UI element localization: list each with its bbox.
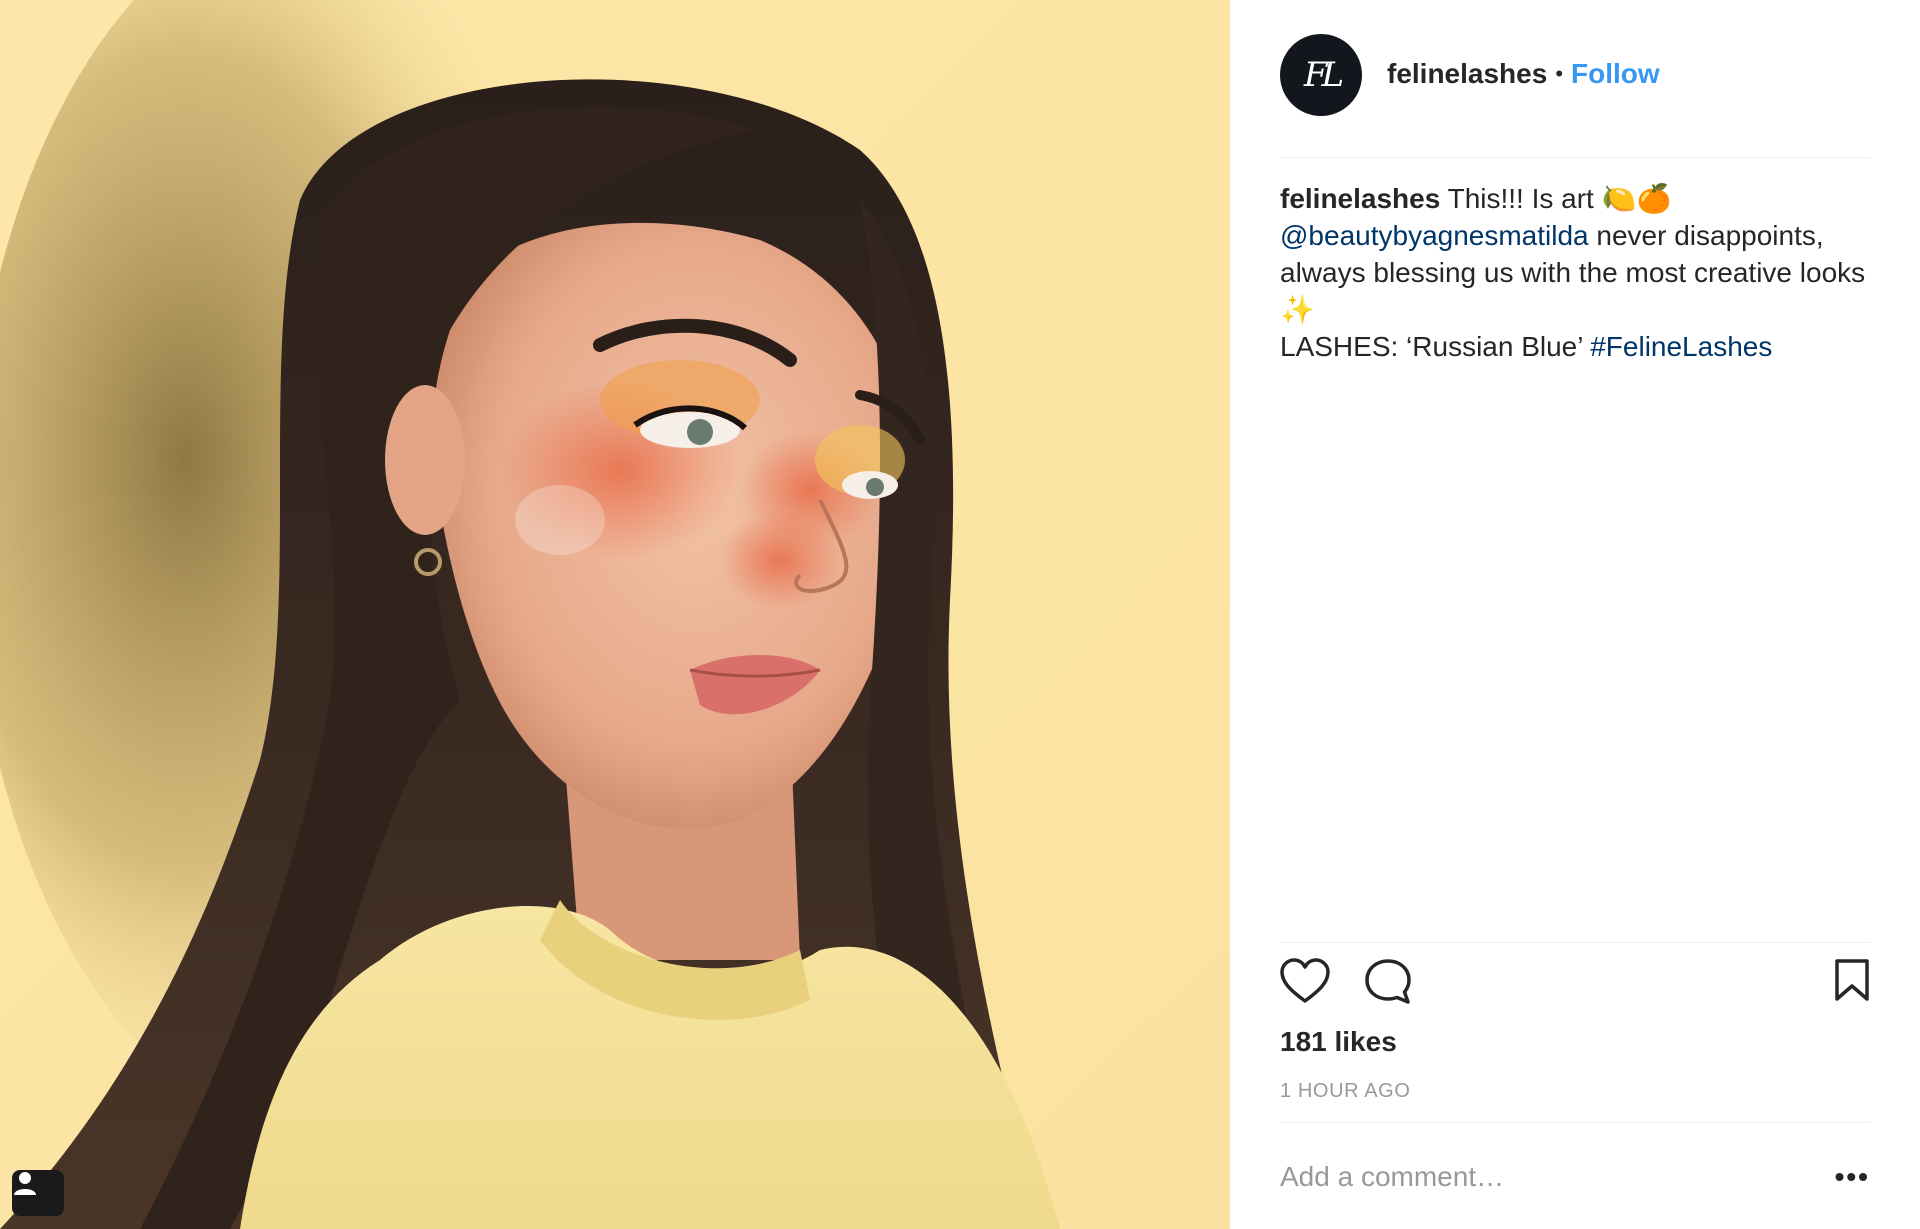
header-separator: • xyxy=(1555,61,1564,86)
fruit-emoji: 🍋🍊 xyxy=(1601,182,1672,215)
post-photo[interactable] xyxy=(0,0,1230,1229)
portrait-image xyxy=(0,0,1230,1229)
likes-count[interactable]: 181 likes xyxy=(1280,1026,1397,1058)
comment-icon[interactable] xyxy=(1364,958,1412,1006)
post-caption: felinelashes This!!! Is art 🍋🍊 @beautyby… xyxy=(1280,180,1870,365)
caption-text-1: This!!! Is art xyxy=(1440,183,1602,214)
instagram-post: FL felinelashes • Follow felinelashes Th… xyxy=(0,0,1920,1229)
heart-icon[interactable] xyxy=(1280,958,1330,1004)
header-username-link[interactable]: felinelashes xyxy=(1387,58,1547,90)
comment-divider xyxy=(1280,1122,1870,1123)
user-icon xyxy=(14,1172,36,1195)
post-details-panel: FL felinelashes • Follow felinelashes Th… xyxy=(1230,0,1920,1229)
mention-link[interactable]: @beautybyagnesmatilda xyxy=(1280,220,1589,251)
header-text: felinelashes • Follow xyxy=(1387,58,1660,90)
avatar[interactable]: FL xyxy=(1280,34,1362,116)
follow-button[interactable]: Follow xyxy=(1571,58,1660,90)
comment-row: ••• xyxy=(1280,1152,1870,1202)
more-options-button[interactable]: ••• xyxy=(1830,1161,1870,1192)
post-timestamp[interactable]: 1 HOUR AGO xyxy=(1280,1080,1410,1103)
hashtag-link[interactable]: #FelineLashes xyxy=(1590,331,1772,362)
action-bar xyxy=(1280,958,1870,1008)
comment-input[interactable] xyxy=(1280,1161,1830,1193)
actions-divider xyxy=(1280,942,1870,943)
bookmark-icon[interactable] xyxy=(1834,958,1870,1002)
caption-text-3: LASHES: ‘Russian Blue’ xyxy=(1280,331,1591,362)
caption-username-link[interactable]: felinelashes xyxy=(1280,183,1440,214)
tagged-people-button[interactable] xyxy=(12,1170,64,1216)
header-divider xyxy=(1280,157,1870,158)
sparkles-emoji: ✨ xyxy=(1280,293,1315,326)
post-header: FL felinelashes • Follow xyxy=(1280,34,1870,156)
